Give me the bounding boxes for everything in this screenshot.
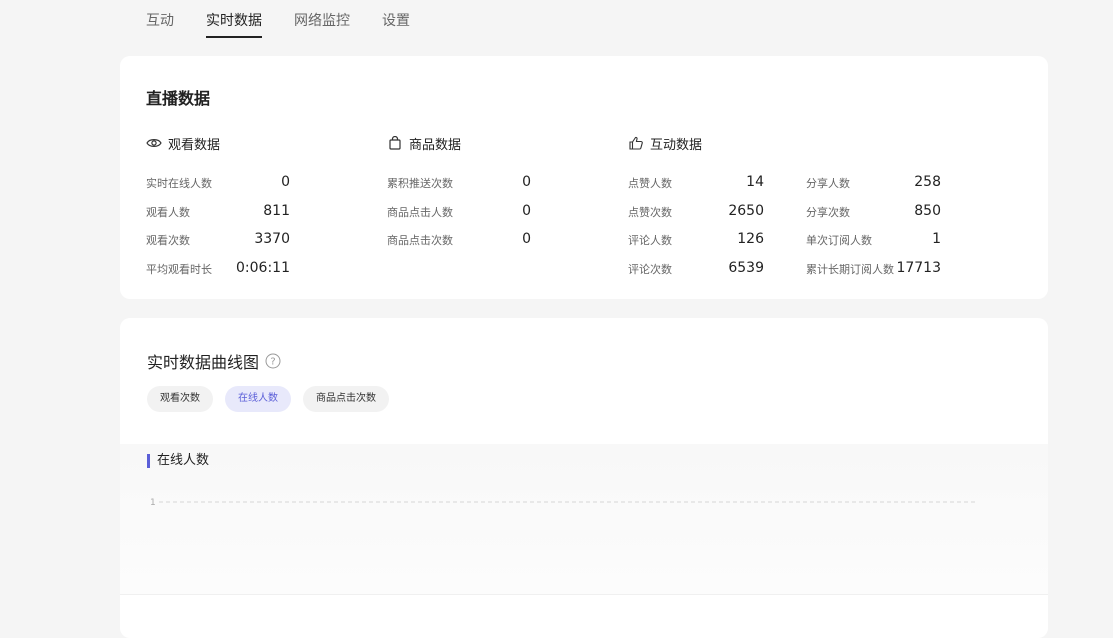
- metric-value: 0: [522, 203, 531, 219]
- pill-online-users[interactable]: 在线人数: [225, 386, 291, 412]
- product-data-label: 商品数据: [409, 137, 462, 153]
- metric-value: 3370: [254, 231, 290, 247]
- svg-text:?: ?: [270, 357, 275, 368]
- tab-network-monitor[interactable]: 网络监控: [294, 0, 350, 30]
- metric-label: 评论人数: [628, 234, 672, 247]
- watch-data-group: 观看数据: [146, 136, 221, 153]
- metric-value: 258: [914, 174, 941, 190]
- metric-value: 811: [263, 203, 290, 219]
- metric-label: 分享次数: [806, 206, 850, 219]
- metric-value: 1: [932, 231, 941, 247]
- metric-label: 单次订阅人数: [806, 234, 872, 247]
- metric-value: 0:06:11: [236, 260, 290, 276]
- metric-value: 2650: [728, 203, 764, 219]
- interaction-data-header: 互动数据: [628, 136, 703, 153]
- live-data-title: 直播数据: [146, 89, 211, 108]
- realtime-chart-card: 实时数据曲线图 ? 观看次数 在线人数 商品点击次数 在线人数 1: [120, 318, 1048, 638]
- watch-data-label: 观看数据: [168, 137, 221, 153]
- thumbs-up-icon: [628, 136, 644, 150]
- pill-product-clicks[interactable]: 商品点击次数: [303, 386, 389, 412]
- realtime-chart-title-text: 实时数据曲线图: [147, 353, 260, 372]
- metric-label: 点赞人数: [628, 177, 672, 190]
- live-data-card: 直播数据 观看数据 实时在线人数 0 观看人数 811 观看次数 3370 平均…: [120, 56, 1048, 299]
- metric-value: 850: [914, 203, 941, 219]
- tab-realtime-data[interactable]: 实时数据: [206, 0, 262, 38]
- metric-value: 6539: [728, 260, 764, 276]
- tab-settings[interactable]: 设置: [382, 0, 410, 30]
- eye-icon: [146, 136, 162, 150]
- metric-label: 商品点击次数: [387, 234, 453, 247]
- product-data-header: 商品数据: [387, 136, 462, 153]
- metric-label: 观看次数: [146, 234, 190, 247]
- metric-pills: 观看次数 在线人数 商品点击次数: [147, 386, 401, 412]
- metric-value: 14: [746, 174, 764, 190]
- shopping-bag-icon: [387, 136, 403, 150]
- y-tick-label: 1: [150, 498, 156, 508]
- tab-interaction[interactable]: 互动: [146, 0, 174, 30]
- metric-label: 实时在线人数: [146, 177, 212, 190]
- top-tabs: 互动 实时数据 网络监控 设置: [146, 0, 442, 40]
- question-circle-icon[interactable]: ?: [265, 353, 281, 369]
- product-data-group: 商品数据: [387, 136, 462, 153]
- metric-label: 累积推送次数: [387, 177, 453, 190]
- line-chart: 1: [150, 498, 976, 508]
- metric-label: 观看人数: [146, 206, 190, 219]
- interaction-data-group: 互动数据: [628, 136, 703, 153]
- metric-value: 0: [522, 231, 531, 247]
- metric-label: 平均观看时长: [146, 263, 212, 276]
- realtime-chart-title: 实时数据曲线图 ?: [147, 349, 281, 373]
- metric-label: 评论次数: [628, 263, 672, 276]
- metric-label: 商品点击人数: [387, 206, 453, 219]
- watch-data-header: 观看数据: [146, 136, 221, 153]
- pill-view-count[interactable]: 观看次数: [147, 386, 213, 412]
- chart-divider: [120, 594, 1048, 595]
- metric-label: 点赞次数: [628, 206, 672, 219]
- metric-value: 17713: [896, 260, 941, 276]
- metric-value: 126: [737, 231, 764, 247]
- metric-value: 0: [281, 174, 290, 190]
- chart-area: 在线人数 1: [120, 444, 1048, 594]
- interaction-data-label: 互动数据: [650, 137, 703, 153]
- metric-value: 0: [522, 174, 531, 190]
- metric-label: 分享人数: [806, 177, 850, 190]
